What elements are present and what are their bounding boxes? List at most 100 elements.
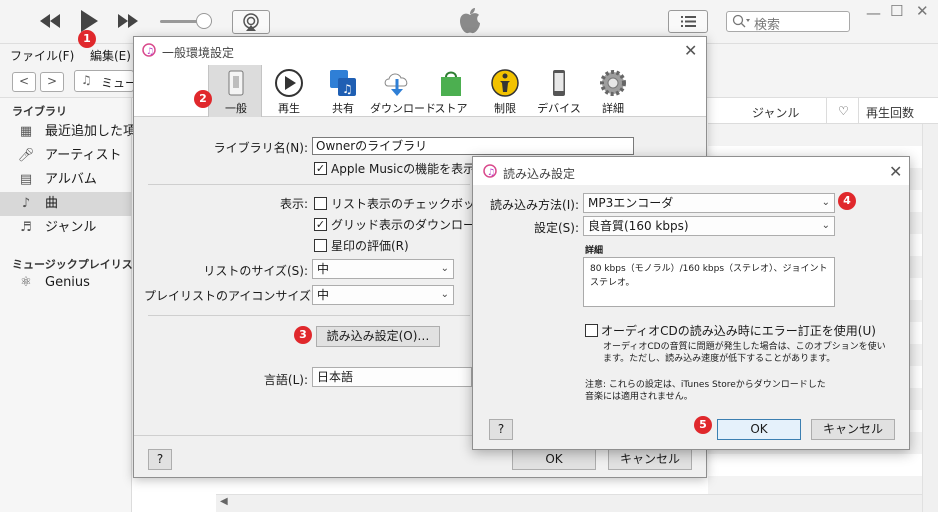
step-badge: 3 (294, 326, 312, 344)
sidebar-item-label: ジャンル (45, 220, 97, 235)
sidebar-item-label: 曲 (45, 196, 59, 211)
rewind-icon[interactable] (38, 10, 62, 37)
dialog-title: 読み込み設定 (503, 167, 576, 181)
media-kind-selector[interactable]: ♫ ミュー (74, 70, 138, 92)
tab-download[interactable]: ダウンロード (370, 65, 436, 117)
chevron-down-icon: ⌄ (440, 263, 449, 274)
airplay-button[interactable] (232, 10, 270, 34)
help-button[interactable]: ? (489, 419, 513, 440)
horizontal-scrollbar[interactable]: ◀ (216, 494, 922, 512)
error-correction-label: オーディオCDの読み込み時にエラー訂正を使用(U) (601, 324, 876, 338)
chevron-down-icon: ⌄ (821, 220, 830, 231)
setting-select[interactable]: 良音質(160 kbps) ⌄ (583, 216, 835, 236)
chevron-down-icon: ⌄ (821, 197, 830, 208)
step-badge: 4 (838, 192, 856, 210)
column-divider (826, 98, 827, 124)
minimize-icon[interactable]: — (866, 4, 881, 22)
error-correction-checkbox[interactable] (585, 324, 598, 337)
import-method-value: MP3エンコーダ (588, 196, 674, 210)
music-note-icon: ♫ (81, 73, 92, 87)
import-method-label: 読み込み方法(I): (490, 198, 579, 212)
close-window-icon[interactable]: ✕ (916, 2, 929, 20)
sidebar-item-label: アーティスト (45, 148, 122, 163)
forward-button[interactable]: > (40, 72, 64, 92)
error-correction-note: ます。ただし、読み込み速度が低下することがあります。 (603, 354, 836, 364)
step-badge: 2 (194, 90, 212, 108)
detail-text: 80 kbps（モノラル）/160 kbps（ステレオ）、ジョイント (590, 264, 828, 274)
close-icon[interactable]: ✕ (889, 162, 902, 181)
album-icon: ▤ (19, 172, 33, 187)
ok-button[interactable]: OK (512, 449, 596, 470)
sidebar-item-albums[interactable]: ▤ アルバム (0, 168, 132, 192)
list-view-icon (681, 16, 696, 27)
import-settings-button[interactable]: 読み込み設定(O)… (316, 326, 440, 347)
vertical-scrollbar[interactable] (922, 124, 938, 512)
sidebar-item-recent[interactable]: ▦ 最近追加した項 (0, 120, 136, 144)
language-select[interactable]: 日本語 (312, 367, 472, 387)
help-button[interactable]: ? (148, 449, 172, 470)
restriction-icon (491, 69, 519, 97)
menu-edit[interactable]: 編集(E) (90, 47, 131, 64)
star-rating-label: 星印の評価(R) (331, 239, 409, 253)
column-heart[interactable]: ♡ (838, 104, 849, 118)
cloud-download-icon (384, 73, 408, 96)
list-view-button[interactable] (668, 10, 708, 33)
tab-playback[interactable]: 再生 (262, 65, 316, 117)
sidebar-item-label: Genius (45, 275, 90, 290)
maximize-icon[interactable]: ☐ (890, 2, 903, 20)
dialog-title: 一般環境設定 (162, 46, 235, 60)
microphone-icon: 🎤︎ (17, 148, 35, 163)
preferences-tab-bar: 一般 再生 ♫ 共有 ダウンロード ストア 制限 デバイス 詳細 (134, 65, 706, 117)
detail-label: 詳細 (585, 246, 604, 256)
star-rating-checkbox[interactable] (314, 239, 327, 252)
guitar-icon: ♬ (20, 220, 32, 235)
grid-download-checkbox[interactable]: ✓ (314, 218, 327, 231)
sidebar-item-genius[interactable]: ⚛ Genius (0, 271, 132, 295)
import-method-select[interactable]: MP3エンコーダ ⌄ (583, 193, 835, 213)
cancel-button[interactable]: キャンセル (811, 419, 895, 440)
column-play-count[interactable]: 再生回数 (866, 104, 914, 121)
back-button[interactable]: < (12, 72, 36, 92)
column-divider (858, 98, 859, 124)
svg-text:♫: ♫ (342, 82, 353, 96)
chevron-down-icon: ⌄ (440, 289, 449, 300)
tab-sharing[interactable]: ♫ 共有 (316, 65, 370, 117)
step-badge: 5 (694, 416, 712, 434)
library-name-field[interactable]: Ownerのライブラリ (312, 137, 634, 155)
airplay-icon (243, 13, 259, 31)
sidebar-item-artists[interactable]: 🎤︎ アーティスト (0, 144, 132, 168)
tab-store[interactable]: ストア (424, 65, 478, 117)
itunes-icon: ♫ (483, 164, 497, 181)
sidebar-item-label: アルバム (45, 172, 97, 187)
playlist-icon-size-label: プレイリストのアイコンサイズ(P): (144, 289, 332, 303)
itunes-icon: ♫ (142, 43, 156, 60)
menu-file[interactable]: ファイル(F) (10, 47, 74, 64)
list-size-select[interactable]: 中 ⌄ (312, 259, 454, 279)
tab-devices[interactable]: デバイス (532, 65, 586, 117)
apple-music-label: Apple Musicの機能を表示(A (331, 162, 489, 176)
divider (148, 184, 470, 185)
media-kind-label: ミュー (101, 76, 138, 90)
setting-value: 良音質(160 kbps) (588, 219, 689, 233)
tab-advanced[interactable]: 詳細 (586, 65, 640, 117)
sidebar-item-songs[interactable]: ♪ 曲 (0, 192, 132, 216)
ok-button[interactable]: OK (717, 419, 801, 440)
column-genre[interactable]: ジャンル (752, 104, 799, 121)
svg-text:♫: ♫ (487, 168, 495, 178)
volume-knob[interactable] (196, 13, 212, 29)
table-row (708, 124, 930, 146)
playlist-icon-size-select[interactable]: 中 ⌄ (312, 285, 454, 305)
apple-music-checkbox[interactable]: ✓ (314, 162, 327, 175)
sidebar-item-genres[interactable]: ♬ ジャンル (0, 216, 132, 240)
cancel-button[interactable]: キャンセル (608, 449, 692, 470)
list-checkbox-option[interactable] (314, 197, 327, 210)
gear-icon (600, 70, 626, 96)
fast-forward-icon[interactable] (116, 10, 140, 37)
language-label: 言語(L): (263, 373, 308, 387)
tab-general[interactable]: 一般 (208, 65, 262, 117)
scroll-left-icon[interactable]: ◀ (220, 496, 228, 507)
sharing-icon: ♫ (330, 70, 356, 96)
list-size-value: 中 (317, 262, 330, 276)
close-icon[interactable]: ✕ (684, 41, 697, 60)
tab-restrictions[interactable]: 制限 (478, 65, 532, 117)
